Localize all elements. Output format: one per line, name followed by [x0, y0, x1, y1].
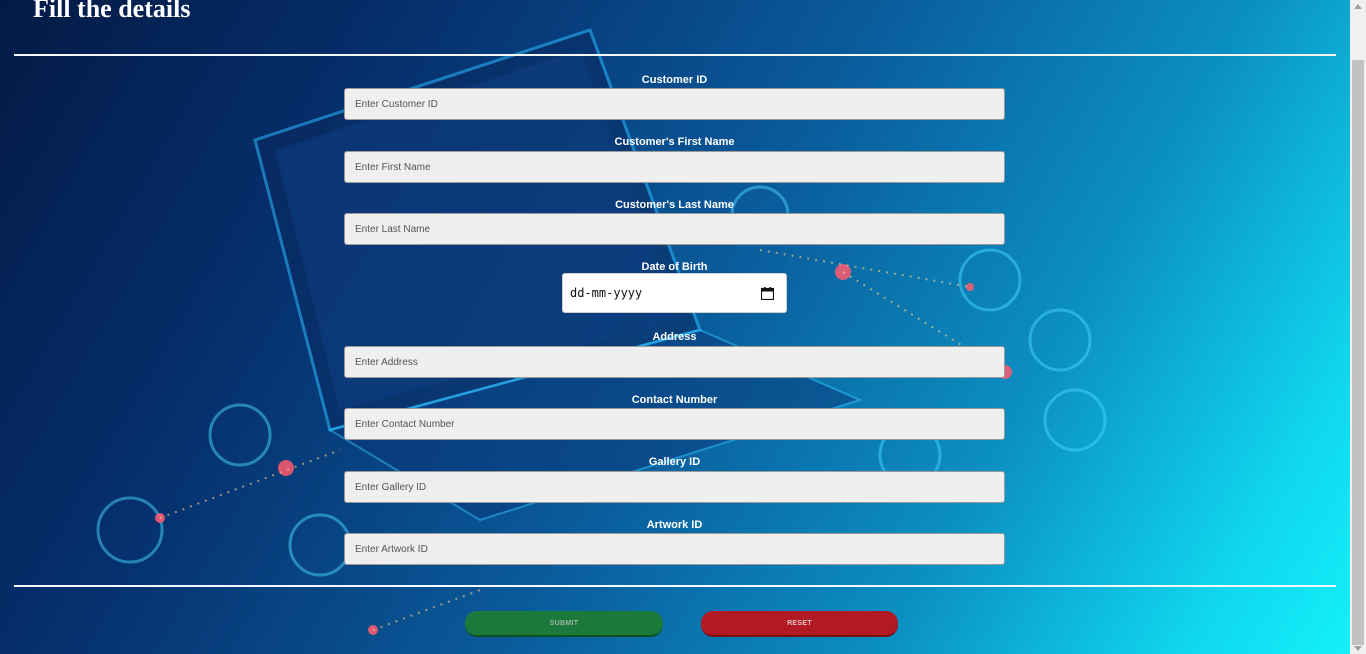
scroll-up-icon[interactable] [1354, 4, 1362, 9]
top-divider [14, 54, 1336, 56]
contact-number-label: Contact Number [631, 394, 718, 406]
artwork-id-label: Artwork ID [646, 519, 703, 531]
first-name-input[interactable] [344, 151, 1005, 183]
bottom-divider [14, 585, 1336, 587]
date-of-birth-input[interactable]: dd-mm-yyyy [562, 273, 787, 313]
last-name-label: Customer's Last Name [615, 199, 734, 211]
contact-number-input[interactable] [344, 408, 1005, 440]
submit-button[interactable]: SUBMIT [465, 611, 663, 637]
scroll-down-icon[interactable] [1354, 646, 1362, 651]
page-title: Fill the details [33, 0, 191, 23]
address-input[interactable] [344, 346, 1005, 378]
gallery-id-label: Gallery ID [648, 456, 701, 468]
address-label: Address [652, 331, 697, 343]
first-name-label: Customer's First Name [614, 136, 735, 148]
customer-id-label: Customer ID [641, 74, 708, 86]
gallery-id-input[interactable] [344, 471, 1005, 503]
date-of-birth-label: Date of Birth [641, 261, 708, 273]
date-of-birth-value: dd-mm-yyyy [570, 286, 643, 300]
scrollbar-thumb[interactable] [1352, 60, 1364, 645]
calendar-icon[interactable] [761, 286, 774, 300]
customer-id-input[interactable] [344, 88, 1005, 120]
reset-button[interactable]: RESET [701, 611, 898, 637]
last-name-input[interactable] [344, 213, 1005, 245]
artwork-id-input[interactable] [344, 533, 1005, 565]
customer-form-page: Fill the details Customer ID Customer's … [0, 0, 1350, 654]
